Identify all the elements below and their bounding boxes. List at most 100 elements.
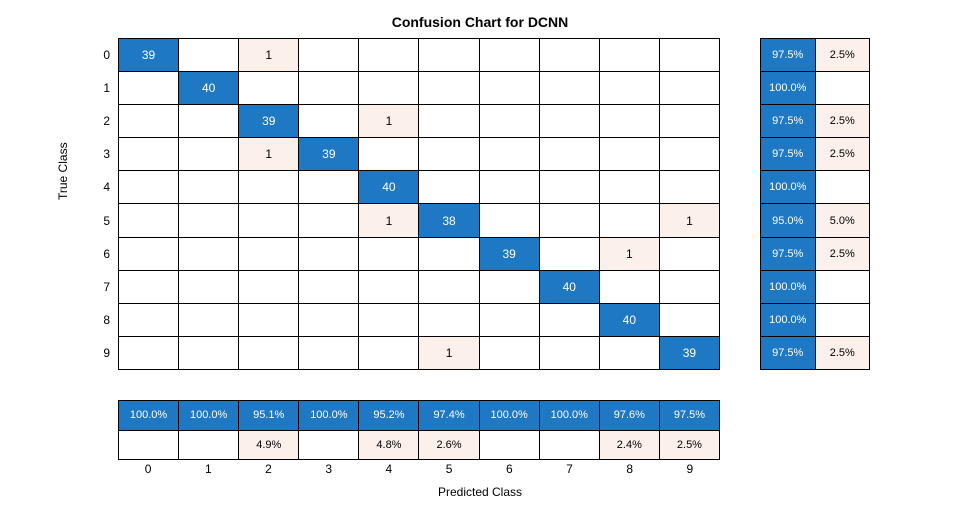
matrix-cell [540, 72, 600, 105]
row-summary-correct: 100.0% [761, 304, 816, 337]
matrix-cell [119, 271, 179, 304]
matrix-cell [480, 39, 540, 72]
col-summary-correct: 97.6% [600, 401, 660, 431]
y-tick: 9 [94, 337, 114, 370]
col-summary-incorrect: 4.9% [239, 431, 299, 461]
matrix-cell [299, 39, 359, 72]
matrix-cell: 39 [480, 238, 540, 271]
matrix-cell [660, 138, 720, 171]
matrix-cell [540, 39, 600, 72]
matrix-cell: 1 [660, 204, 720, 237]
col-summary-correct: 100.0% [540, 401, 600, 431]
matrix-cell [480, 304, 540, 337]
x-tick: 2 [238, 462, 298, 480]
matrix-cell [419, 171, 479, 204]
matrix-cell [540, 337, 600, 370]
matrix-cell [299, 238, 359, 271]
row-summary-correct: 97.5% [761, 238, 816, 271]
col-summary-incorrect [299, 431, 359, 461]
row-summary-incorrect: 2.5% [816, 138, 871, 171]
matrix-cell [299, 72, 359, 105]
matrix-cell [119, 337, 179, 370]
matrix-cell [480, 204, 540, 237]
col-summary-incorrect: 2.6% [419, 431, 479, 461]
matrix-cell [419, 39, 479, 72]
matrix-cell [480, 271, 540, 304]
row-summary-correct: 100.0% [761, 72, 816, 105]
matrix-cell [600, 39, 660, 72]
y-tick: 6 [94, 237, 114, 270]
matrix-cell [119, 72, 179, 105]
matrix-cell [480, 72, 540, 105]
matrix-cell [540, 304, 600, 337]
y-tick: 0 [94, 38, 114, 71]
matrix-cell [359, 138, 419, 171]
chart-title: Confusion Chart for DCNN [0, 14, 960, 30]
matrix-cell [419, 72, 479, 105]
x-tick-labels: 0123456789 [118, 462, 720, 480]
matrix-cell [359, 337, 419, 370]
matrix-cell: 1 [239, 39, 299, 72]
col-summary-incorrect [179, 431, 239, 461]
row-summary-correct: 95.0% [761, 204, 816, 237]
matrix-cell: 40 [179, 72, 239, 105]
row-summary-correct: 97.5% [761, 138, 816, 171]
matrix-cell [239, 204, 299, 237]
matrix-cell [660, 171, 720, 204]
matrix-cell [239, 72, 299, 105]
row-summary-incorrect [816, 72, 871, 105]
row-summary-incorrect [816, 171, 871, 204]
matrix-cell [359, 238, 419, 271]
x-tick: 5 [419, 462, 479, 480]
col-summary-correct: 100.0% [119, 401, 179, 431]
matrix-cell [660, 238, 720, 271]
matrix-cell [419, 238, 479, 271]
y-tick: 7 [94, 270, 114, 303]
matrix-cell [179, 171, 239, 204]
x-axis-label: Predicted Class [0, 485, 960, 499]
matrix-cell [179, 304, 239, 337]
row-summary-incorrect: 2.5% [816, 105, 871, 138]
x-tick: 1 [178, 462, 238, 480]
matrix-cell [480, 337, 540, 370]
matrix-cell: 39 [239, 105, 299, 138]
matrix-cell [419, 304, 479, 337]
matrix-cell [119, 138, 179, 171]
matrix-cell: 1 [600, 238, 660, 271]
row-summary-incorrect: 2.5% [816, 39, 871, 72]
matrix-cell [239, 337, 299, 370]
matrix-cell: 1 [419, 337, 479, 370]
matrix-cell [660, 39, 720, 72]
matrix-cell [179, 204, 239, 237]
col-summary-correct: 100.0% [480, 401, 540, 431]
col-summary-incorrect: 2.5% [660, 431, 720, 461]
matrix-cell: 38 [419, 204, 479, 237]
matrix-cell: 40 [600, 304, 660, 337]
matrix-cell [660, 304, 720, 337]
col-summary-correct: 95.2% [359, 401, 419, 431]
matrix-cell [299, 171, 359, 204]
matrix-cell [660, 72, 720, 105]
matrix-cell [480, 138, 540, 171]
matrix-cell [179, 271, 239, 304]
y-axis-label: True Class [56, 142, 70, 200]
col-summary-incorrect: 2.4% [600, 431, 660, 461]
matrix-cell [119, 304, 179, 337]
matrix-cell [359, 72, 419, 105]
matrix-cell [419, 138, 479, 171]
y-tick: 1 [94, 71, 114, 104]
col-summary-incorrect [119, 431, 179, 461]
matrix-cell [179, 138, 239, 171]
x-tick: 8 [600, 462, 660, 480]
matrix-cell [660, 105, 720, 138]
matrix-cell: 39 [660, 337, 720, 370]
matrix-cell [239, 171, 299, 204]
matrix-cell [600, 337, 660, 370]
x-tick: 4 [359, 462, 419, 480]
x-tick: 9 [660, 462, 720, 480]
col-summary-incorrect [480, 431, 540, 461]
matrix-cell: 39 [299, 138, 359, 171]
matrix-cell [359, 39, 419, 72]
matrix-cell [239, 238, 299, 271]
matrix-cell: 40 [359, 171, 419, 204]
